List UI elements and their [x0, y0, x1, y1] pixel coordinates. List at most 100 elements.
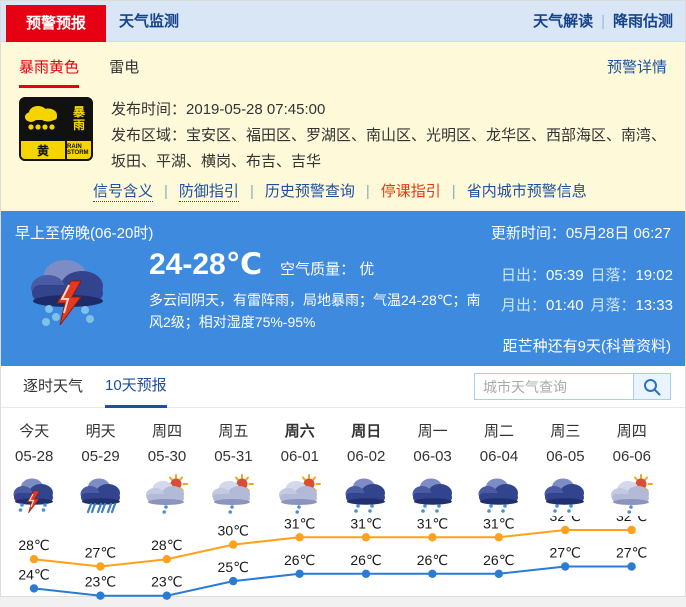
- forecast-day-label: 周一: [399, 420, 465, 442]
- temperature-point: [30, 555, 38, 563]
- temperature-value-label: 26℃: [284, 552, 315, 568]
- solar-term-countdown[interactable]: 距芒种还有9天(科普资料): [503, 335, 671, 356]
- forecast-date-label: 06-04: [466, 448, 532, 468]
- sunrise-time: 05:39: [546, 267, 584, 284]
- temperature-point: [362, 533, 370, 541]
- forecast-day-column[interactable]: 周五 05-31: [200, 420, 266, 516]
- forecast-day-column[interactable]: 周四 06-06: [599, 420, 665, 516]
- forecast-day-column[interactable]: 周四05-30: [134, 420, 200, 516]
- forecast-day-column[interactable]: 今天05-28: [1, 420, 67, 516]
- temperature-point: [163, 592, 171, 600]
- temperature-point: [627, 526, 635, 534]
- current-conditions: 24-28℃ 空气质量： 优 多云间阴天，有雷阵雨，局地暴雨；气温24-28℃；…: [149, 247, 494, 333]
- publish-area-value: 宝安区、福田区、罗湖区、南山区、光明区、龙华区、西部海区、南湾、坂田、平湖、横岗…: [111, 127, 666, 170]
- temperature-value-label: 28℃: [151, 537, 182, 553]
- temperature-trend-chart: 28℃27℃28℃30℃31℃31℃31℃31℃32℃32℃24℃23℃23℃2…: [1, 516, 685, 602]
- current-weather-panel: 早上至傍晚(06-20时) 更新时间：05月28日 06:27 24-28℃: [1, 211, 685, 366]
- publish-time-line: 发布时间：2019-05-28 07:45:00: [111, 97, 677, 123]
- temperature-point: [495, 570, 503, 578]
- forecast-date-label: 06-06: [599, 448, 665, 468]
- warning-link[interactable]: 停课指引: [381, 183, 441, 200]
- forecast-date-label: 06-03: [399, 448, 465, 468]
- forecast-day-column[interactable]: 周六 06-01: [267, 420, 333, 516]
- forecast-day-column[interactable]: 周二06-04: [466, 420, 532, 516]
- temperature-line: [34, 567, 632, 596]
- forecast-date-label: 05-31: [200, 448, 266, 468]
- forecast-date-label: 06-02: [333, 448, 399, 468]
- link-rain-estimation[interactable]: 降雨估测: [613, 13, 673, 30]
- sunset-time: 19:02: [635, 267, 673, 284]
- divider: |: [452, 183, 456, 200]
- search-input[interactable]: [474, 373, 634, 400]
- forecast-day-column[interactable]: 周一 06-03: [399, 420, 465, 516]
- tab-ten-day-forecast[interactable]: 10天预报: [105, 366, 167, 408]
- temperature-value-label: 28℃: [18, 537, 49, 553]
- temperature-value-label: 31℃: [483, 516, 514, 531]
- temperature-range: 24-28℃: [149, 247, 262, 282]
- temperature-point: [30, 584, 38, 592]
- forecast-day-column[interactable]: 明天05-29: [67, 420, 133, 516]
- thunderstorm-icon: [27, 253, 111, 333]
- temperature-value-label: 30℃: [218, 523, 249, 539]
- warning-sign-level: 黄: [21, 141, 65, 159]
- temperature-point: [295, 533, 303, 541]
- temperature-value-label: 32℃: [616, 516, 647, 524]
- tab-lightning[interactable]: 雷电: [109, 56, 139, 77]
- link-weather-interpretation[interactable]: 天气解读: [533, 13, 593, 30]
- tab-hourly-weather[interactable]: 逐时天气: [23, 366, 83, 408]
- temperature-value-label: 31℃: [417, 516, 448, 531]
- forecast-day-label: 周五: [200, 420, 266, 442]
- warning-sign-en-label: RAIN STORM: [67, 141, 91, 159]
- warning-text: 发布时间：2019-05-28 07:45:00 发布区域：宝安区、福田区、罗湖…: [111, 97, 677, 175]
- temperature-value-label: 24℃: [18, 566, 49, 582]
- temperature-point: [163, 555, 171, 563]
- temperature-point: [362, 570, 370, 578]
- forecast-tab-bar: 逐时天气 10天预报: [1, 366, 685, 408]
- temperature-line: [34, 530, 632, 567]
- tab-warning-forecast[interactable]: 预警预报: [6, 5, 106, 42]
- temperature-value-label: 25℃: [218, 559, 249, 575]
- publish-area-line: 发布区域：宝安区、福田区、罗湖区、南山区、光明区、龙华区、西部海区、南湾、坂田、…: [111, 123, 677, 175]
- heavy-rain-icon: [67, 474, 133, 516]
- temperature-value-label: 31℃: [284, 516, 315, 531]
- warning-panel: 暴雨黄色 雷电 预警详情 暴雨: [1, 42, 685, 211]
- tab-weather-monitor[interactable]: 天气监测: [119, 1, 179, 42]
- warning-link[interactable]: 信号含义: [93, 183, 153, 202]
- temperature-value-label: 26℃: [483, 552, 514, 568]
- city-weather-search: [474, 373, 671, 400]
- moonrise-time: 01:40: [546, 297, 584, 314]
- temperature-value-label: 26℃: [350, 552, 381, 568]
- warning-link[interactable]: 防御指引: [179, 183, 239, 202]
- temperature-point: [295, 570, 303, 578]
- warning-body: 暴雨 黄 RAIN STORM 发布时间：2019-05-28 07:45:00…: [19, 97, 677, 175]
- weather-warning-widget: 预警预报 天气监测 天气解读|降雨估测 暴雨黄色 雷电 预警详情: [0, 0, 686, 597]
- link-warning-details[interactable]: 预警详情: [607, 56, 667, 77]
- thunder-rain-icon: [1, 474, 67, 516]
- forecast-day-label: 周三: [532, 420, 598, 442]
- forecast-day-column[interactable]: 周三06-05: [532, 420, 598, 516]
- forecast-day-label: 周四: [599, 420, 665, 442]
- temperature-point: [229, 540, 237, 548]
- temperature-value-label: 31℃: [350, 516, 381, 531]
- forecast-day-column[interactable]: 周日06-02: [333, 420, 399, 516]
- temperature-value-label: 23℃: [151, 574, 182, 590]
- shower-icon: [399, 474, 465, 516]
- temperature-point: [495, 533, 503, 541]
- temperature-value-label: 27℃: [85, 545, 116, 561]
- warning-link[interactable]: 省内城市预警信息: [467, 183, 587, 200]
- forecast-day-label: 周六: [267, 420, 333, 442]
- forecast-date-label: 05-28: [1, 448, 67, 468]
- sun-shower-icon: [134, 474, 200, 516]
- forecast-date-label: 06-01: [267, 448, 333, 468]
- sun-shower-icon: [200, 474, 266, 516]
- search-button[interactable]: [634, 373, 671, 400]
- warning-tabs: 暴雨黄色 雷电: [19, 56, 139, 88]
- tab-rainstorm-yellow[interactable]: 暴雨黄色: [19, 56, 79, 88]
- air-quality: 空气质量： 优: [280, 258, 374, 279]
- temperature-point: [428, 570, 436, 578]
- top-tab-bar: 预警预报 天气监测 天气解读|降雨估测: [1, 1, 685, 42]
- warning-link[interactable]: 历史预警查询: [265, 183, 355, 200]
- temperature-value-label: 27℃: [616, 545, 647, 561]
- temperature-point: [428, 533, 436, 541]
- ten-day-forecast-grid: 今天05-28明天05-29周四05-30周五 05-31周六 06-01周日06-…: [1, 420, 665, 516]
